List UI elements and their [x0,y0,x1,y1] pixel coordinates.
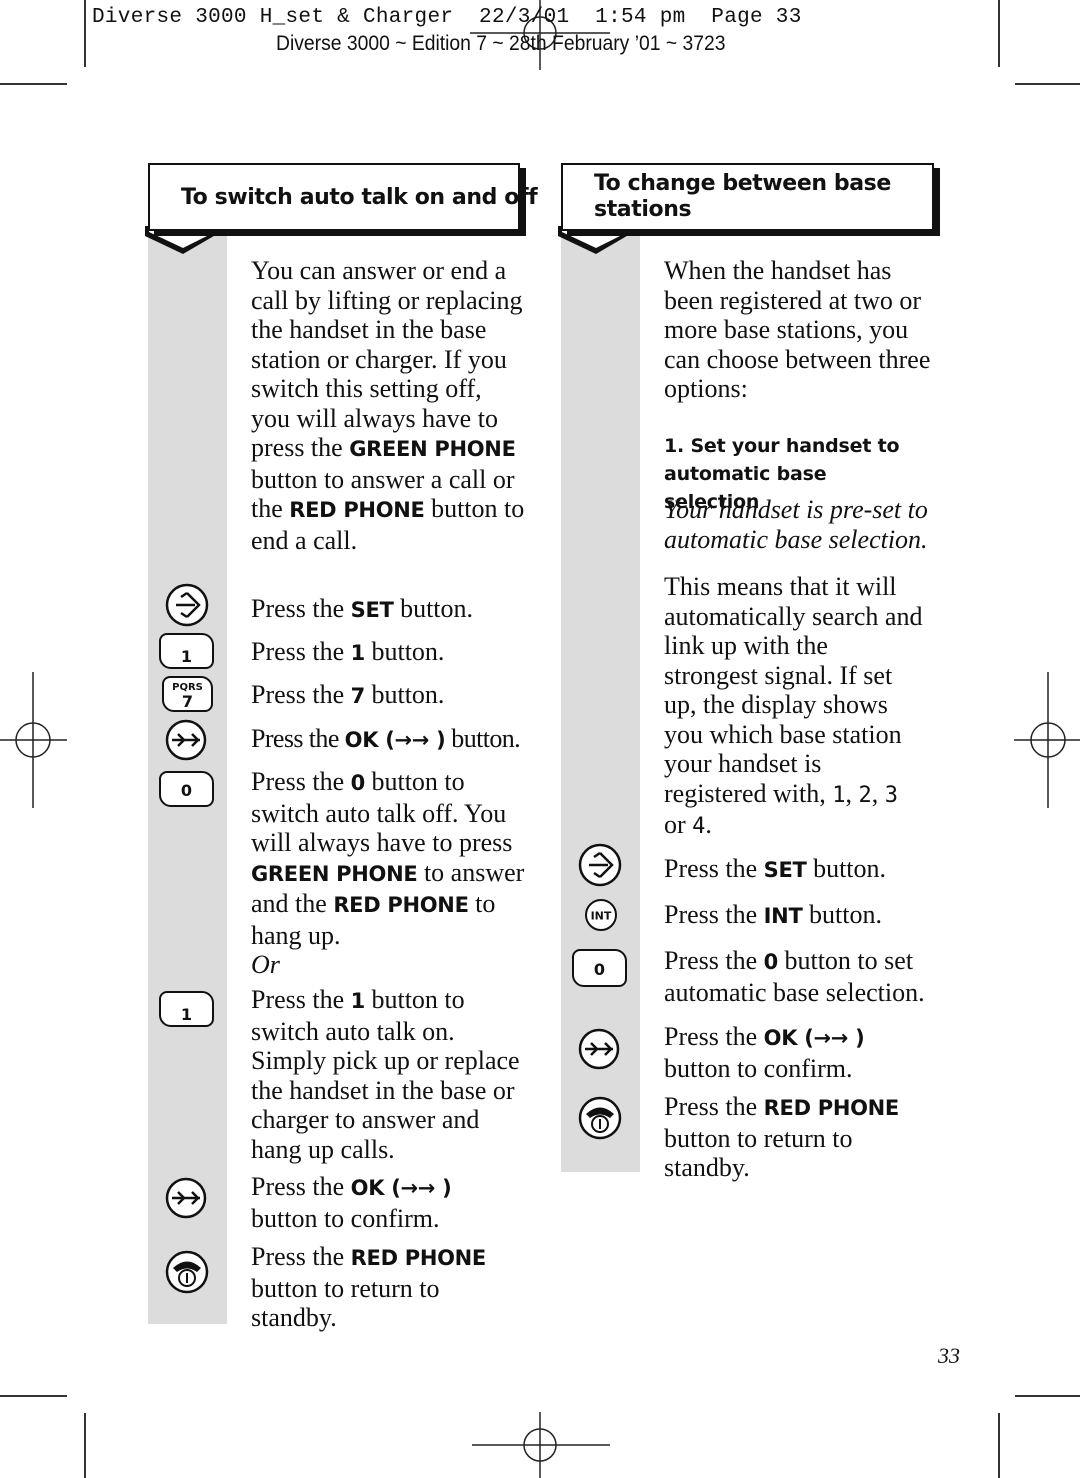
right-heading-pointer [558,226,644,254]
step-press-1: Press the 1 button. [251,637,445,666]
step-press-ok: Press the OK (→→ ) button. [251,724,521,753]
key-0-icon: 0 [572,949,627,987]
step-press-0-auto-talk-off: Press the 0 button to switch auto talk o… [251,767,525,950]
r-step-press-red-phone: Press the RED PHONE button to return to … [664,1092,899,1182]
set-button-icon [578,843,622,887]
red-phone-label: RED PHONE [289,498,425,522]
print-slug-line: Diverse 3000 H_set & Charger 22/3/01 1:5… [92,6,802,29]
crop-mark-bl-h [0,1395,67,1397]
set-button-icon [165,583,209,627]
r-step-press-int: Press the INT button. [664,900,882,929]
crop-mark-tl-v [84,0,86,67]
left-section-title: To switch auto talk on and off [181,185,538,210]
step-press-1-auto-talk-on: Press the 1 button to switch auto talk o… [251,985,520,1164]
left-section-heading-box: To switch auto talk on and off [148,163,538,231]
r-step-press-ok-confirm: Press the OK (→→ ) button to confirm. [664,1022,865,1083]
right-intro-paragraph: When the handset has been registered at … [664,256,931,403]
left-heading-pointer [145,226,231,254]
set-label: SET [350,598,394,622]
key-1-icon: 1 [159,633,214,669]
edition-line: Diverse 3000 ~ Edition 7 ~ 28th February… [276,32,726,55]
red-phone-icon [578,1096,622,1140]
page-number: 33 [938,1343,960,1368]
r-step-press-0: Press the 0 button to set automatic base… [664,946,925,1007]
crop-mark-tr-v [998,0,1000,67]
crop-mark-tr-h [1015,83,1080,85]
key-1-icon: 1 [159,991,214,1027]
green-phone-label: GREEN PHONE [349,437,516,461]
base-number-2: 2 [858,782,872,808]
ok-button-icon [165,719,207,761]
crop-mark-br-h [1015,1395,1080,1397]
or-label: Or [251,950,280,979]
int-button-icon: INT [585,899,617,931]
crop-mark-br-v [998,1413,1000,1478]
key-0-icon: 0 [159,771,214,807]
svg-text:INT: INT [591,910,612,923]
step-press-ok-confirm: Press the OK (→→ ) button to confirm. [251,1172,452,1233]
right-section-heading-box: To change between base stations [561,163,934,231]
intro-text: You can answer or end a call by lifting … [251,256,523,462]
right-section-title: To change between base stations [594,171,891,222]
step-press-set: Press the SET button. [251,594,474,623]
preset-note: Your handset is pre-set to automatic bas… [664,495,928,554]
red-phone-icon [165,1250,209,1294]
registration-mark-left [0,672,67,808]
left-intro-paragraph: You can answer or end a call by lifting … [251,256,526,555]
ok-button-icon [578,1028,620,1070]
crop-mark-tl-h [0,83,67,85]
key-7-pqrs-icon: PQRS 7 [162,676,213,712]
step-press-red-phone: Press the RED PHONE button to return to … [251,1242,486,1332]
registration-mark-right [1014,672,1080,808]
base-number-4: 4 [692,814,706,839]
r-step-press-set: Press the SET button. [664,854,887,883]
base-number-1: 1 [832,782,846,808]
crop-mark-bl-v [84,1413,86,1478]
registration-mark-bottom [472,1412,610,1478]
right-body-paragraph: This means that it will automatically se… [664,572,923,839]
step-press-7: Press the 7 button. [251,680,445,709]
ok-button-icon [165,1177,207,1219]
base-number-3: 3 [884,782,898,808]
